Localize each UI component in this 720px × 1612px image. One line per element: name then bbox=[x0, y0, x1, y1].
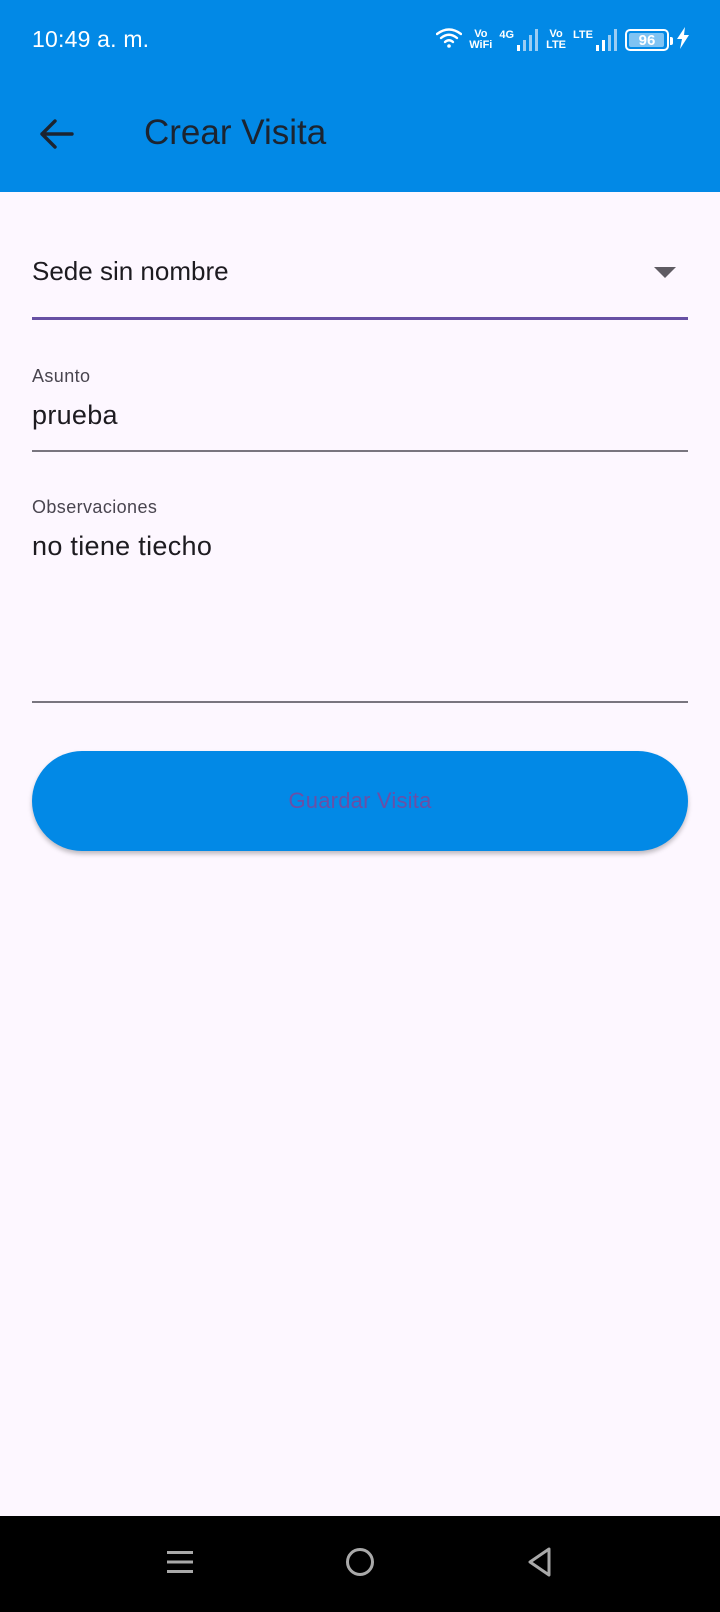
volte-icon: Vo LTE bbox=[546, 29, 566, 51]
vowifi-icon: Vo WiFi bbox=[469, 29, 492, 51]
observaciones-label: Observaciones bbox=[32, 497, 158, 517]
back-button[interactable] bbox=[28, 108, 84, 164]
sede-selected-value: Sede sin nombre bbox=[32, 256, 229, 286]
sede-dropdown[interactable]: Sede sin nombre bbox=[32, 240, 688, 320]
charging-bolt-icon bbox=[676, 26, 690, 54]
nav-back-button[interactable] bbox=[516, 1540, 564, 1588]
app-header: 10:49 a. m. Vo WiFi 4G Vo LTE LTE 96 Cre… bbox=[0, 0, 720, 192]
dropdown-arrow-icon bbox=[654, 266, 676, 284]
net-lte-label: LTE bbox=[573, 29, 593, 41]
battery-icon: 96 bbox=[625, 29, 673, 51]
battery-percent: 96 bbox=[638, 31, 656, 49]
recents-button[interactable] bbox=[156, 1540, 204, 1588]
status-time: 10:49 a. m. bbox=[32, 26, 150, 52]
save-visit-label: Guardar Visita bbox=[288, 788, 432, 813]
asunto-label: Asunto bbox=[32, 366, 91, 386]
asunto-field[interactable]: Asunto prueba bbox=[32, 366, 688, 452]
asunto-input[interactable]: prueba bbox=[32, 400, 118, 431]
status-icons: Vo WiFi 4G Vo LTE LTE 96 bbox=[436, 24, 690, 56]
home-button[interactable] bbox=[336, 1540, 384, 1588]
menu-lines-icon bbox=[165, 1547, 195, 1582]
arrow-back-icon bbox=[38, 118, 74, 155]
circle-home-icon bbox=[344, 1546, 376, 1583]
volte-bottom: LTE bbox=[546, 39, 567, 51]
net-4g-label: 4G bbox=[499, 29, 515, 41]
vowifi-bottom: WiFi bbox=[469, 39, 493, 51]
system-nav-bar bbox=[0, 1516, 720, 1612]
observaciones-field[interactable]: Observaciones no tiene tiecho bbox=[32, 497, 688, 703]
page-title: Crear Visita bbox=[144, 113, 327, 152]
triangle-back-icon bbox=[525, 1546, 555, 1583]
save-visit-button[interactable]: Guardar Visita bbox=[32, 751, 688, 851]
signal-lte-icon: LTE bbox=[573, 29, 618, 51]
observaciones-textarea[interactable]: no tiene tiecho bbox=[32, 531, 212, 562]
signal-4g-icon: 4G bbox=[499, 29, 539, 51]
wifi-icon bbox=[436, 27, 463, 53]
